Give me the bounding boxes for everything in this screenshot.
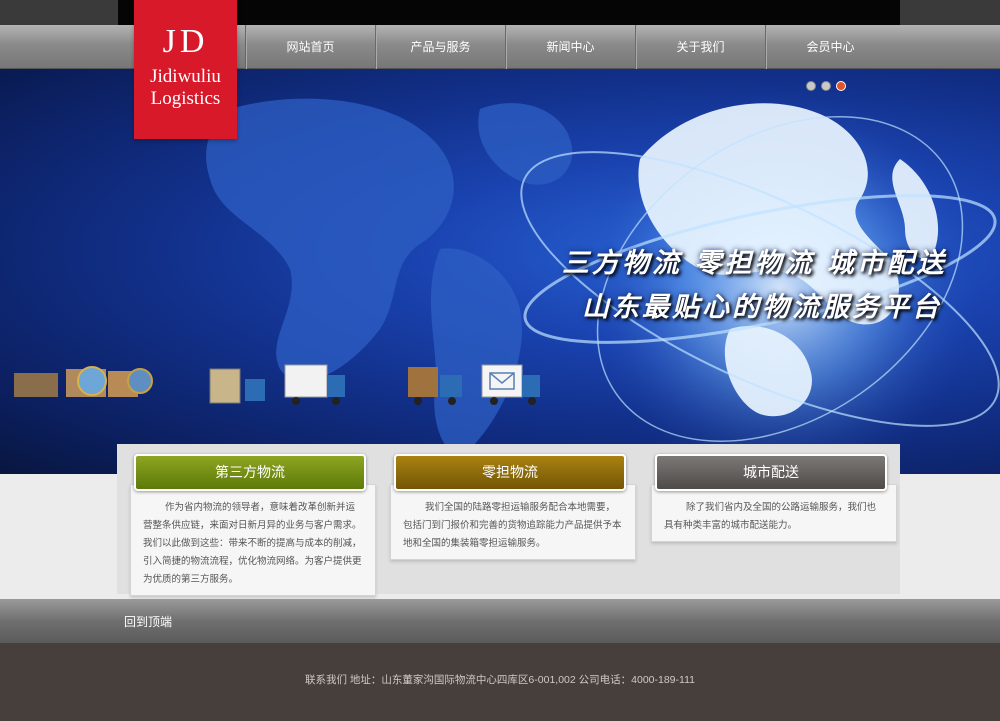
service-card-city-delivery: 城市配送 除了我们省内及全国的公路运输服务，我们也具有种类丰富的城市配送能力。 [651,454,897,542]
nav-list: 网站首页 产品与服务 新闻中心 关于我们 会员中心 [245,25,895,69]
service-card-ltl: 零担物流 我们全国的陆路零担运输服务配合本地需要，包括门到门报价和完善的货物追踪… [390,454,636,560]
service-card-third-party: 第三方物流 作为省内物流的领导者，意味着改革创新并运营整条供应链，来面对日新月异… [130,454,376,596]
service-title-button[interactable]: 零担物流 [394,454,626,491]
slide-indicators [806,81,846,91]
slide-dot-2[interactable] [821,81,831,91]
banner-slogan-line2: 山东最贴心的物流服务平台 [582,292,942,323]
slide-dot-1[interactable] [806,81,816,91]
service-title-button[interactable]: 城市配送 [655,454,887,491]
nav-item-home[interactable]: 网站首页 [245,25,375,69]
service-description: 我们全国的陆路零担运输服务配合本地需要，包括门到门报价和完善的货物追踪能力产品提… [390,484,636,560]
footer-contact: 联系我们 地址：山东董家沟国际物流中心四库区6-001,002 公司电话：400… [305,674,695,686]
service-description: 除了我们省内及全国的公路运输服务，我们也具有种类丰富的城市配送能力。 [651,484,897,542]
service-description: 作为省内物流的领导者，意味着改革创新并运营整条供应链，来面对日新月异的业务与客户… [130,484,376,596]
logo-line1: Jidiwuliu [150,66,221,87]
footer: 联系我们 地址：山东董家沟国际物流中心四库区6-001,002 公司电话：400… [0,643,1000,721]
site-logo[interactable]: JD Jidiwuliu Logistics [134,0,237,139]
back-to-top-bar: 回到顶端 [0,599,1000,643]
slide-dot-3[interactable] [836,81,846,91]
logo-initials: JD [162,23,209,60]
logo-line2: Logistics [150,88,221,109]
nav-item-member[interactable]: 会员中心 [765,25,895,69]
nav-item-products[interactable]: 产品与服务 [375,25,505,69]
nav-item-about[interactable]: 关于我们 [635,25,765,69]
nav-item-news[interactable]: 新闻中心 [505,25,635,69]
banner-slogan-line1: 三方物流 零担物流 城市配送 [562,248,947,279]
back-to-top-link[interactable]: 回到顶端 [124,613,172,630]
service-title-button[interactable]: 第三方物流 [134,454,366,491]
